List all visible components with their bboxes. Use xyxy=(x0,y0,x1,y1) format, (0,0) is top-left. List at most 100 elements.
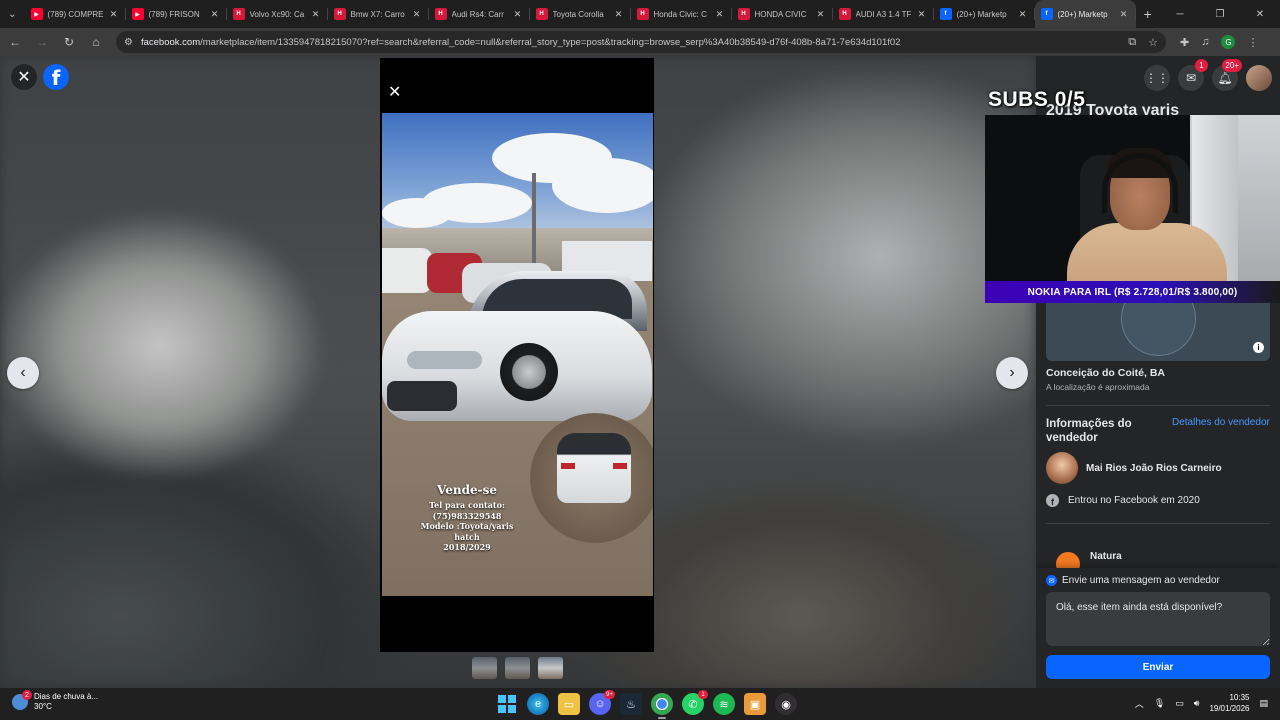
rear-view-inset xyxy=(557,433,631,503)
tab-title: Bmw X7: Carro xyxy=(350,9,405,19)
messenger-icon[interactable]: ✉ 1 xyxy=(1178,59,1208,91)
address-bar[interactable]: ⚙ facebook.com/marketplace/item/13359478… xyxy=(116,31,1166,53)
photo-thumbnails xyxy=(472,657,563,679)
close-photo-icon[interactable]: ✕ xyxy=(388,82,401,102)
send-button[interactable]: Enviar xyxy=(1046,655,1270,679)
tab-close-icon[interactable]: ✕ xyxy=(512,9,524,20)
tab-search-icon[interactable]: ⌄ xyxy=(0,0,25,28)
tab-close-icon[interactable]: ✕ xyxy=(108,9,120,20)
map-info-icon[interactable]: i xyxy=(1253,342,1264,353)
seller-info-heading: Informações do vendedor xyxy=(1046,418,1132,444)
close-window-icon[interactable]: ✕ xyxy=(1240,9,1280,20)
start-windows-icon[interactable] xyxy=(496,693,518,715)
browser-tab[interactable]: H Toyota Corolla ✕ xyxy=(530,0,631,28)
tab-close-icon[interactable]: ✕ xyxy=(411,9,423,20)
chrome-icon[interactable] xyxy=(651,693,673,719)
message-input[interactable]: Olá, esse item ainda está disponível? xyxy=(1046,592,1270,646)
edge-browser-icon[interactable]: e xyxy=(527,693,549,715)
browser-tab[interactable]: H HONDA CIVIC ✕ xyxy=(732,0,833,28)
approx-area-circle xyxy=(1121,301,1196,356)
tab-title: Honda Civic: C xyxy=(653,9,707,19)
thumbnail[interactable] xyxy=(505,657,530,679)
previous-photo-button[interactable]: ‹ xyxy=(7,357,39,389)
tab-close-icon[interactable]: ✕ xyxy=(815,9,827,20)
browser-tab[interactable]: f (20+) Marketp ✕ xyxy=(934,0,1035,28)
extensions-icon[interactable]: ✚ xyxy=(1180,36,1189,49)
photo-viewer: ✕ f ‹ › ✕ Vende-se Tel para contato: (75… xyxy=(0,56,1036,688)
file-explorer-icon[interactable]: ▭ xyxy=(558,693,580,715)
steam-icon[interactable]: ♨ xyxy=(620,693,642,715)
clock-time: 10:35 xyxy=(1229,693,1250,702)
browser-tab[interactable]: H Honda Civic: C ✕ xyxy=(631,0,732,28)
tab-close-icon[interactable]: ✕ xyxy=(714,9,726,20)
minimize-icon[interactable]: ─ xyxy=(1160,9,1200,20)
clock[interactable]: 10:35 19/01/2026 xyxy=(1209,692,1249,714)
home-button[interactable]: ⌂ xyxy=(84,30,108,54)
volume-icon[interactable]: 🔊︎ xyxy=(1194,698,1200,709)
tab-title: HONDA CIVIC xyxy=(754,9,807,19)
thumbnail[interactable] xyxy=(472,657,497,679)
package-app-icon[interactable]: ▣ xyxy=(744,693,766,715)
spotify-icon[interactable]: ≋ xyxy=(713,693,735,715)
seller-details-link[interactable]: Detalhes do vendedor xyxy=(1172,417,1270,428)
show-hidden-icons-icon[interactable]: ︿ xyxy=(1135,697,1144,710)
forward-button[interactable]: → xyxy=(30,30,54,54)
messenger-small-icon: ✉ xyxy=(1046,575,1057,586)
reload-button[interactable]: ↻ xyxy=(57,30,81,54)
browser-tab[interactable]: ▶ (789) FRISON ✕ xyxy=(126,0,227,28)
browser-tab[interactable]: H AUDI A3 1.4 TF ✕ xyxy=(833,0,934,28)
bookmark-star-icon[interactable]: ☆ xyxy=(1148,36,1158,49)
joined-facebook: f Entrou no Facebook em 2020 xyxy=(1046,494,1200,507)
seller-profile[interactable]: Mai Rios João Rios Carneiro xyxy=(1046,452,1222,484)
tab-close-icon[interactable]: ✕ xyxy=(209,9,221,20)
whatsapp-icon[interactable]: ✆ 1 xyxy=(682,690,708,715)
seller-avatar[interactable] xyxy=(1046,452,1078,484)
menu-grid-icon[interactable]: ⋮⋮ xyxy=(1144,65,1170,91)
install-app-icon[interactable]: ⧉ xyxy=(1128,36,1136,49)
browser-tab[interactable]: ▶ (789) COMPRE ✕ xyxy=(25,0,126,28)
browser-tab[interactable]: f (20+) Marketp ✕ xyxy=(1034,0,1136,28)
restore-icon[interactable]: ❐ xyxy=(1200,9,1240,20)
caption-line: Modelo :Toyota/yaris xyxy=(420,521,514,531)
weather-widget[interactable]: 2 Dias de chuva à... 30°C xyxy=(12,690,98,712)
thumbnail-current[interactable] xyxy=(538,657,563,679)
tab-close-icon[interactable]: ✕ xyxy=(1118,9,1130,20)
facebook-logo-icon[interactable]: f xyxy=(43,64,69,90)
browser-toolbar: ← → ↻ ⌂ ⚙ facebook.com/marketplace/item/… xyxy=(0,28,1280,56)
message-heading: ✉ Envie uma mensagem ao vendedor xyxy=(1046,575,1220,586)
media-controls-icon[interactable]: ♫ xyxy=(1201,36,1209,48)
location-map[interactable]: i xyxy=(1046,301,1270,361)
notifications-bell-icon[interactable]: 🔔︎ 20+ xyxy=(1212,59,1242,91)
back-button[interactable]: ← xyxy=(3,30,27,54)
caption-line: hatch xyxy=(454,531,480,542)
browser-tab[interactable]: H Volvo Xc90: Ca ✕ xyxy=(227,0,328,28)
seller-name[interactable]: Mai Rios João Rios Carneiro xyxy=(1086,463,1222,474)
site-info-icon[interactable]: ⚙ xyxy=(124,37,133,48)
tab-title: Volvo Xc90: Ca xyxy=(249,9,305,19)
browser-tab[interactable]: H Bmw X7: Carro ✕ xyxy=(328,0,429,28)
browser-tab[interactable]: H Audi Rs4: Carr ✕ xyxy=(429,0,530,28)
facebook-icon: f xyxy=(1040,8,1053,20)
notifications-badge: 20+ xyxy=(1222,59,1242,72)
new-tab-button[interactable]: + xyxy=(1136,6,1161,22)
account-avatar[interactable] xyxy=(1246,65,1272,91)
divider xyxy=(1046,523,1270,524)
notification-center-icon[interactable]: ▤ xyxy=(1259,698,1268,709)
next-photo-button[interactable]: › xyxy=(996,357,1028,389)
tab-close-icon[interactable]: ✕ xyxy=(1017,9,1029,20)
caption-line: 2018/2029 xyxy=(443,542,491,552)
microphone-icon[interactable]: 🎙︎ xyxy=(1154,698,1165,709)
obs-icon[interactable]: ◉ xyxy=(775,693,797,715)
close-viewer-button[interactable]: ✕ xyxy=(11,64,37,90)
profile-avatar[interactable]: G xyxy=(1221,35,1236,49)
tab-close-icon[interactable]: ✕ xyxy=(916,9,928,20)
message-heading-text: Envie uma mensagem ao vendedor xyxy=(1062,575,1220,586)
discord-icon[interactable]: ☺ 9+ xyxy=(589,690,615,715)
tab-close-icon[interactable]: ✕ xyxy=(310,9,322,20)
menu-kebab-icon[interactable]: ⋮ xyxy=(1247,36,1258,49)
tab-close-icon[interactable]: ✕ xyxy=(613,9,625,20)
clock-date: 19/01/2026 xyxy=(1209,704,1250,713)
listing-photo[interactable]: Vende-se Tel para contato: (75)983329548… xyxy=(382,113,653,596)
network-icon[interactable]: ▭ xyxy=(1175,698,1184,709)
url-host: facebook.com xyxy=(140,36,201,48)
